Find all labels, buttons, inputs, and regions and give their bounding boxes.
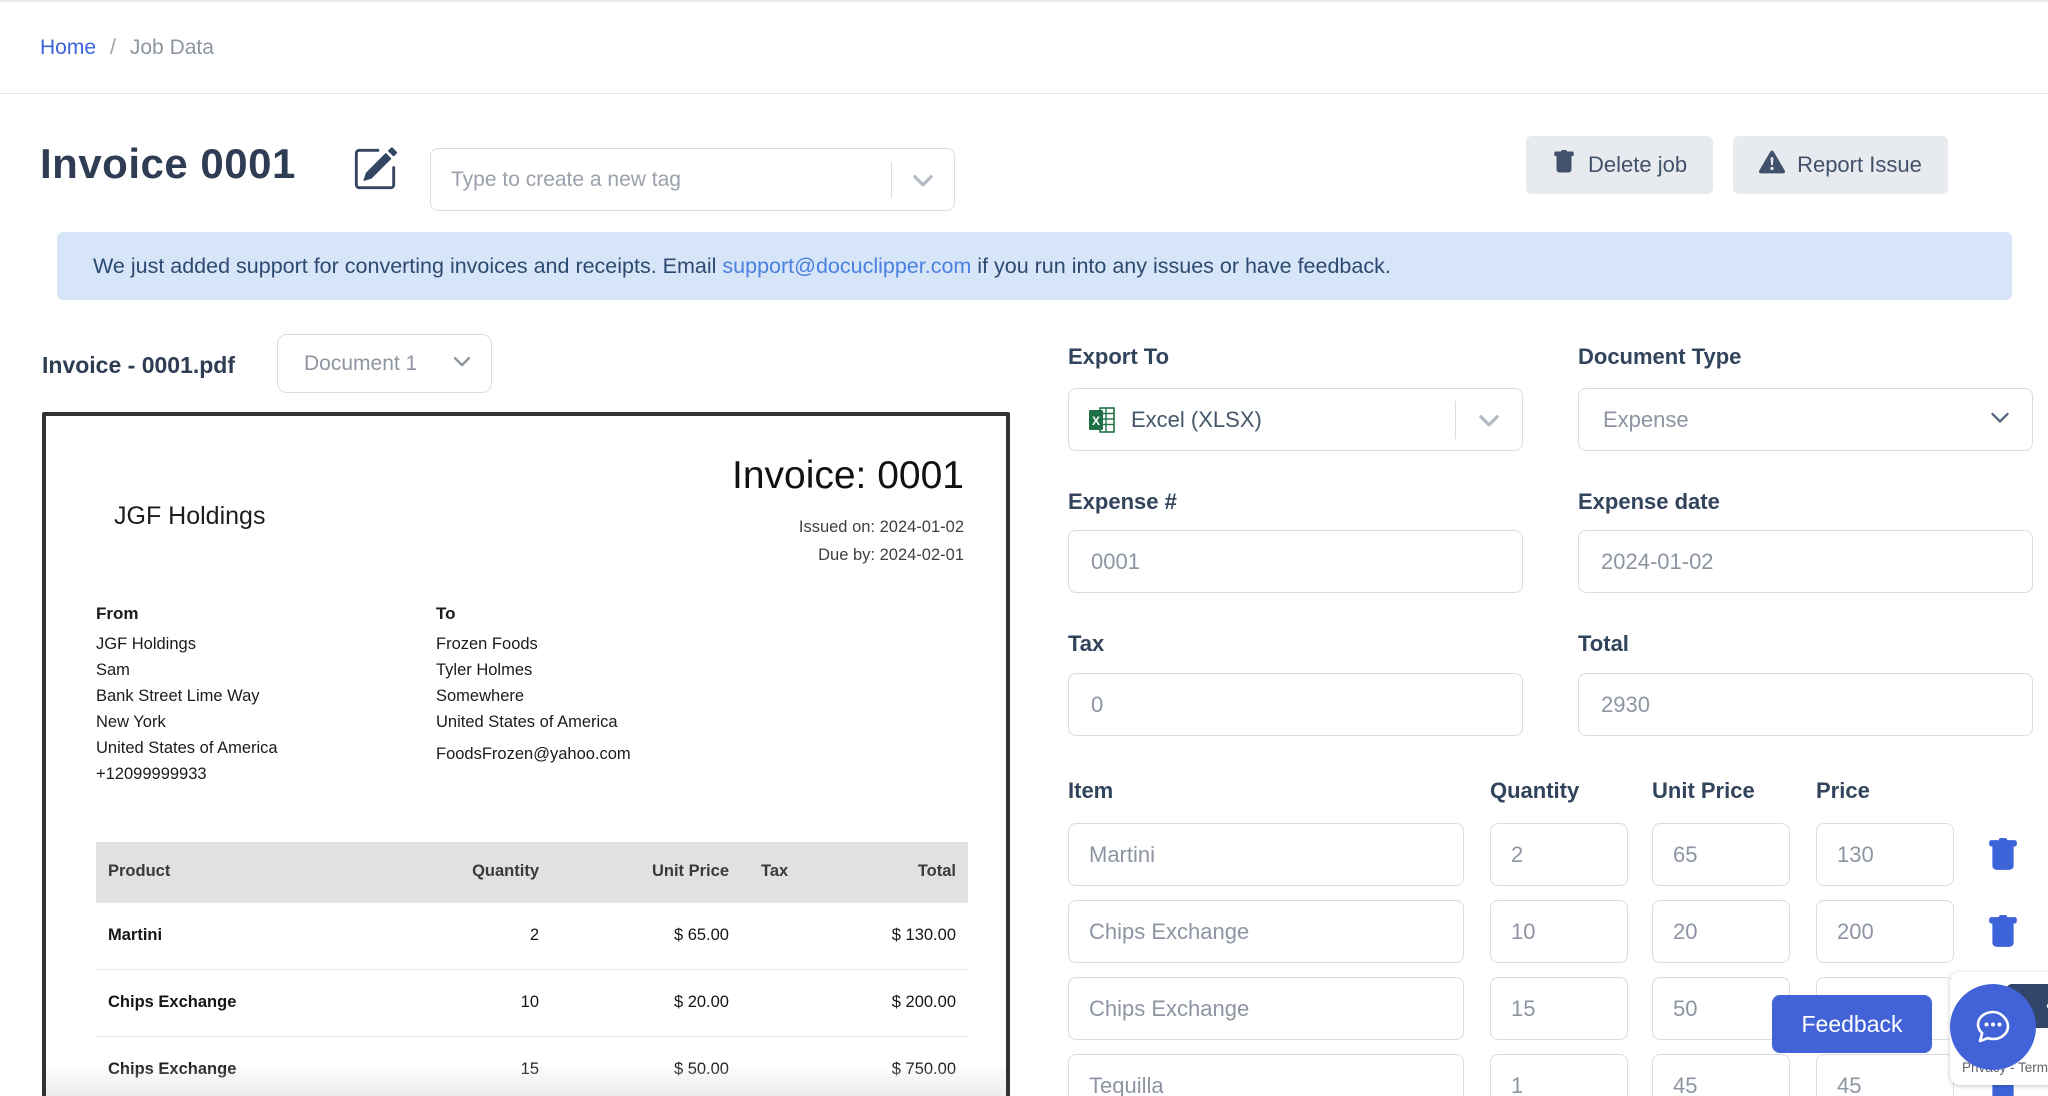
invoice-company: JGF Holdings <box>114 502 265 531</box>
table-row: Martini 2 $ 65.00 $ 130.00 <box>96 902 968 969</box>
report-issue-button[interactable]: Report Issue <box>1733 136 1948 194</box>
file-name: Invoice - 0001.pdf <box>42 352 235 379</box>
document-chevron-down-icon <box>451 350 473 378</box>
tax-input[interactable] <box>1068 673 1523 736</box>
table-row: Chips Exchange 15 $ 50.00 $ 750.00 <box>96 1036 968 1096</box>
tag-input-container <box>430 148 955 211</box>
delete-job-label: Delete job <box>1588 152 1687 178</box>
document-selector[interactable]: Document 1 <box>277 334 492 393</box>
unit-price-column-header: Unit Price <box>1652 778 1755 804</box>
item-quantity-input[interactable] <box>1490 1054 1628 1096</box>
item-unit-price-input[interactable] <box>1652 1054 1790 1096</box>
header-actions: Delete job Report Issue <box>1526 136 1948 194</box>
total-label: Total <box>1578 631 1629 657</box>
document-type-select[interactable]: Expense <box>1578 388 2033 451</box>
item-unit-price-input[interactable] <box>1652 900 1790 963</box>
breadcrumb: Home / Job Data <box>40 36 214 60</box>
page: Home / Job Data Invoice 0001 Delete job <box>0 0 2048 1096</box>
tag-input[interactable] <box>431 168 891 192</box>
invoice-title: Invoice: 0001 <box>732 454 964 498</box>
item-price-input[interactable] <box>1816 823 1954 886</box>
breadcrumb-home-link[interactable]: Home <box>40 36 96 60</box>
warning-icon <box>1759 149 1785 181</box>
item-quantity-input[interactable] <box>1490 977 1628 1040</box>
chat-bubble-icon <box>1967 1000 2019 1055</box>
export-to-select[interactable]: X Excel (XLSX) <box>1068 388 1523 451</box>
breadcrumb-separator: / <box>110 36 116 60</box>
item-price-input[interactable] <box>1816 900 1954 963</box>
banner-text-after: if you run into any issues or have feedb… <box>971 254 1391 279</box>
export-chevron-down-icon[interactable] <box>1456 407 1522 433</box>
excel-icon: X <box>1087 405 1117 435</box>
support-email-link[interactable]: support@docuclipper.com <box>722 254 971 279</box>
price-column-header: Price <box>1816 778 1870 804</box>
feedback-button[interactable]: Feedback <box>1772 995 1932 1053</box>
total-input[interactable] <box>1578 673 2033 736</box>
item-name-input[interactable] <box>1068 977 1464 1040</box>
item-unit-price-input[interactable] <box>1652 977 1790 1040</box>
report-issue-label: Report Issue <box>1797 152 1922 178</box>
expense-number-label: Expense # <box>1068 489 1177 515</box>
invoice-to-block: To Frozen Foods Tyler Holmes Somewhere U… <box>436 601 631 767</box>
item-name-input[interactable] <box>1068 1054 1464 1096</box>
invoice-from-block: From JGF Holdings Sam Bank Street Lime W… <box>96 601 278 787</box>
delete-job-button[interactable]: Delete job <box>1526 136 1713 194</box>
info-banner: We just added support for converting inv… <box>57 232 2012 300</box>
invoice-issued-on: Issued on: 2024-01-02 <box>799 518 964 537</box>
export-to-label: Export To <box>1068 344 1169 370</box>
delete-row-icon[interactable] <box>1986 915 2020 949</box>
expense-number-input[interactable] <box>1068 530 1523 593</box>
document-type-chevron-down-icon <box>1988 405 2012 434</box>
invoice-due-by: Due by: 2024-02-01 <box>818 546 964 565</box>
document-type-label: Document Type <box>1578 344 1741 370</box>
chat-widget-button[interactable] <box>1950 984 2036 1070</box>
item-name-input[interactable] <box>1068 823 1464 886</box>
top-bar: Home / Job Data <box>0 0 2048 94</box>
document-type-value: Expense <box>1603 407 1689 433</box>
export-to-value: Excel (XLSX) <box>1131 407 1455 433</box>
invoice-line-items-table: Product Quantity Unit Price Tax Total Ma… <box>96 842 968 1096</box>
banner-text-before: We just added support for converting inv… <box>93 254 722 279</box>
item-quantity-input[interactable] <box>1490 823 1628 886</box>
item-name-input[interactable] <box>1068 900 1464 963</box>
expense-date-input[interactable] <box>1578 530 2033 593</box>
tax-label: Tax <box>1068 631 1104 657</box>
quantity-column-header: Quantity <box>1490 778 1579 804</box>
expense-date-label: Expense date <box>1578 489 1720 515</box>
item-column-header: Item <box>1068 778 1113 804</box>
item-unit-price-input[interactable] <box>1652 823 1790 886</box>
trash-icon <box>1552 150 1576 180</box>
item-price-input[interactable] <box>1816 1054 1954 1096</box>
pdf-preview: JGF Holdings Invoice: 0001 Issued on: 20… <box>42 412 1010 1096</box>
table-row: Chips Exchange 10 $ 20.00 $ 200.00 <box>96 969 968 1036</box>
delete-row-icon[interactable] <box>1986 838 2020 872</box>
tag-chevron-down-icon[interactable] <box>892 167 954 193</box>
item-quantity-input[interactable] <box>1490 900 1628 963</box>
edit-title-icon[interactable] <box>352 146 398 197</box>
breadcrumb-current: Job Data <box>130 36 214 60</box>
document-selector-value: Document 1 <box>304 352 417 376</box>
page-title: Invoice 0001 <box>40 140 296 188</box>
svg-text:X: X <box>1092 414 1100 428</box>
